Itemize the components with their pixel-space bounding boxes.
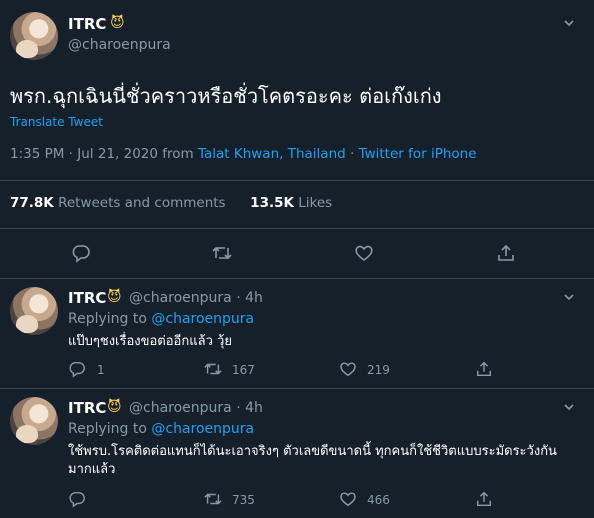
reply-count: 1 [97, 363, 105, 377]
share-icon[interactable] [475, 360, 493, 378]
reply-text: แป๊บๆชงเรื่องขอต่ออีกแล้ว วุ้ย [68, 334, 232, 349]
like-icon[interactable] [354, 243, 374, 263]
translate-tweet-link[interactable]: Translate Tweet [10, 115, 103, 129]
avatar[interactable] [10, 12, 58, 60]
retweets-label: Retweets and comments [53, 195, 226, 211]
chevron-down-icon[interactable] [562, 16, 576, 34]
author-handle[interactable]: @charoenpura · 4h [129, 400, 263, 416]
source-link[interactable]: Twitter for iPhone [359, 146, 477, 162]
retweet-icon[interactable] [203, 360, 223, 378]
like-icon[interactable] [339, 360, 357, 378]
devil-emoji-icon: 😈 [107, 289, 122, 305]
replying-to-link[interactable]: @charoenpura [151, 421, 254, 437]
tweet-stats: 77.8K Retweets and comments 13.5K Likes [10, 195, 332, 211]
retweets-stat[interactable]: 77.8K Retweets and comments [10, 195, 226, 211]
replying-to: Replying to @charoenpura [68, 421, 254, 437]
retweets-count: 77.8K [10, 195, 54, 211]
reply-icon[interactable] [71, 243, 91, 263]
divider [0, 278, 594, 279]
replying-prefix: Replying to [68, 421, 152, 437]
avatar[interactable] [10, 287, 58, 335]
devil-emoji-icon: 😈 [107, 399, 122, 415]
avatar[interactable] [10, 397, 58, 445]
likes-stat[interactable]: 13.5K Likes [250, 195, 332, 211]
like-icon[interactable] [339, 490, 357, 508]
retweet-count: 735 [232, 493, 255, 507]
tweet-meta: 1:35 PM · Jul 21, 2020 from Talat Khwan,… [10, 146, 477, 162]
chevron-down-icon[interactable] [562, 400, 576, 418]
author-name[interactable]: ITRC [68, 399, 106, 417]
reply-icon[interactable] [68, 360, 86, 378]
likes-count: 13.5K [250, 195, 294, 211]
meta-separator: · [345, 146, 359, 162]
like-count: 219 [367, 363, 390, 377]
tweet-time[interactable]: 1:35 PM · Jul 21, 2020 from [10, 146, 198, 162]
share-icon[interactable] [475, 490, 493, 508]
retweet-icon[interactable] [203, 490, 223, 508]
reply-text: ใช้พรบ.โรคติดต่อแทนก็ได้นะเอาจริงๆ ตัวเล… [68, 444, 557, 477]
replying-to-link[interactable]: @charoenpura [151, 311, 254, 327]
divider [0, 228, 594, 229]
chevron-down-icon[interactable] [562, 290, 576, 308]
likes-label: Likes [293, 195, 333, 211]
author-name[interactable]: ITRC [68, 289, 106, 307]
reply-icon[interactable] [68, 490, 86, 508]
retweet-count: 167 [232, 363, 255, 377]
tweet-text: พรก.ฉุกเฉินนี่ชั่วคราวหรือชั่วโคตรอะคะ ต… [10, 84, 442, 108]
share-icon[interactable] [496, 243, 516, 263]
author-name[interactable]: ITRC [68, 15, 106, 33]
author-handle[interactable]: @charoenpura [68, 37, 171, 53]
replying-to: Replying to @charoenpura [68, 311, 254, 327]
devil-emoji-icon: 😈 [110, 15, 125, 31]
replying-prefix: Replying to [68, 311, 152, 327]
retweet-icon[interactable] [211, 243, 233, 263]
divider [0, 388, 594, 389]
author-handle[interactable]: @charoenpura · 4h [129, 290, 263, 306]
tweet-detail: ITRC 😈 @charoenpura พรก.ฉุกเฉินนี่ชั่วคร… [0, 0, 594, 518]
like-count: 466 [367, 493, 390, 507]
divider [0, 180, 594, 181]
location-link[interactable]: Talat Khwan, Thailand [198, 146, 346, 162]
